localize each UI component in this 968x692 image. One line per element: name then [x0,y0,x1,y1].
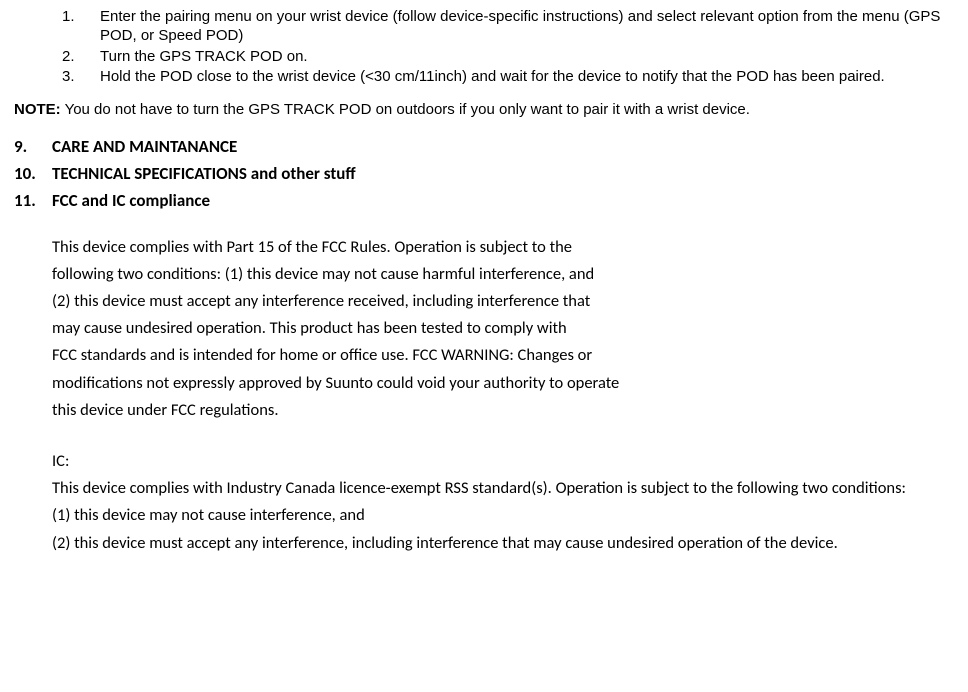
ic-line: (1) this device may not cause interferen… [52,502,954,529]
fcc-line: (2) this device must accept any interfer… [52,288,954,315]
list-item: 3. Hold the POD close to the wrist devic… [14,68,954,87]
step-number: 1. [62,8,90,46]
heading-text: TECHNICAL SPECIFICATIONS and other stuff [52,163,356,184]
step-text: Turn the GPS TRACK POD on. [100,48,954,67]
fcc-line: FCC standards and is intended for home o… [52,342,954,369]
heading-item: 10. TECHNICAL SPECIFICATIONS and other s… [14,163,954,184]
heading-item: 9. CARE AND MAINTANANCE [14,136,954,157]
step-text: Hold the POD close to the wrist device (… [100,68,954,87]
heading-number: 11. [14,190,52,211]
step-number: 3. [62,68,90,87]
ic-line: This device complies with Industry Canad… [52,475,954,502]
fcc-line: modifications not expressly approved by … [52,370,954,397]
list-item: 2. Turn the GPS TRACK POD on. [14,48,954,67]
fcc-line: This device complies with Part 15 of the… [52,234,954,261]
note-text: You do not have to turn the GPS TRACK PO… [61,101,750,118]
note-paragraph: NOTE: You do not have to turn the GPS TR… [14,101,954,120]
fcc-line: following two conditions: (1) this devic… [52,261,954,288]
heading-text: CARE AND MAINTANANCE [52,136,237,157]
fcc-compliance-block: This device complies with Part 15 of the… [52,234,954,557]
step-number: 2. [62,48,90,67]
note-label: NOTE: [14,101,61,118]
pairing-steps-list: 1. Enter the pairing menu on your wrist … [14,8,954,87]
heading-number: 9. [14,136,52,157]
heading-text: FCC and IC compliance [52,190,210,211]
fcc-line: this device under FCC regulations. [52,397,954,424]
heading-number: 10. [14,163,52,184]
list-item: 1. Enter the pairing menu on your wrist … [14,8,954,46]
section-headings-list: 9. CARE AND MAINTANANCE 10. TECHNICAL SP… [14,136,954,212]
ic-line: (2) this device must accept any interfer… [52,530,954,557]
ic-line: IC: [52,448,954,475]
fcc-line: may cause undesired operation. This prod… [52,315,954,342]
heading-item: 11. FCC and IC compliance [14,190,954,211]
step-text: Enter the pairing menu on your wrist dev… [100,8,954,46]
